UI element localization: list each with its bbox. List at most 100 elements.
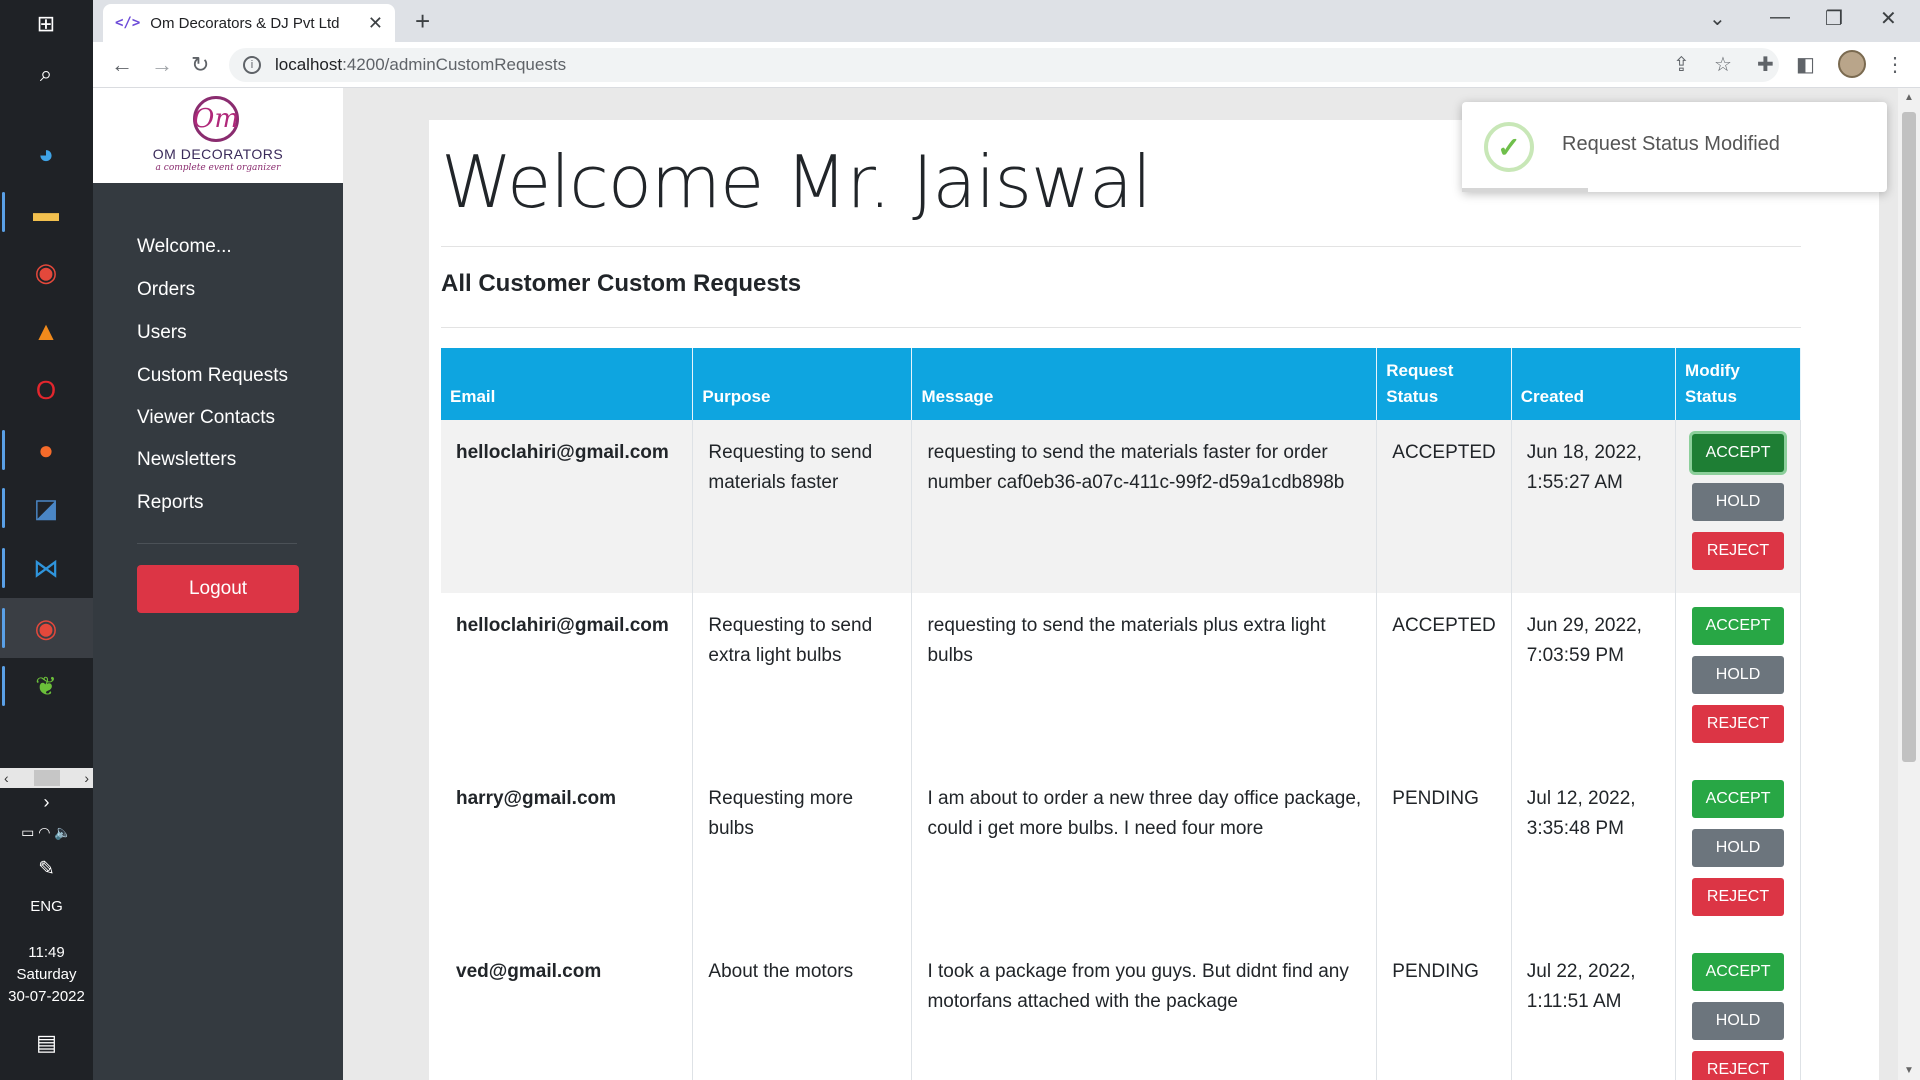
vlc-icon[interactable]: ▲ [26,311,66,351]
sidebar-item-viewer-contacts[interactable]: Viewer Contacts [137,407,275,429]
hold-button[interactable]: HOLD [1692,829,1785,867]
cell-created: Jul 22, 2022, 1:11:51 AM [1511,939,1677,1080]
hold-button[interactable]: HOLD [1692,656,1785,694]
cell-email: harry@gmail.com [441,766,694,939]
scroll-left-icon[interactable]: ‹ [4,770,9,786]
scroll-thumb[interactable] [1902,112,1916,762]
running-indicator [2,192,5,232]
browser-tab-strip: </> Om Decorators & DJ Pvt Ltd ✕ + ⌄ — ❐… [93,0,1920,42]
postman-icon[interactable]: ● [26,430,66,470]
mysql-workbench-icon[interactable]: ◪ [26,488,66,528]
close-tab-icon[interactable]: ✕ [368,13,383,34]
cell-message: requesting to send the materials faster … [911,420,1378,593]
cell-purpose: Requesting to send materials faster [692,420,913,593]
cell-email: helloclahiri@gmail.com [441,593,694,766]
brand-name: OM DECORATORS [152,146,284,162]
success-toast[interactable]: ✓ Request Status Modified [1462,102,1887,192]
edge-browser-icon[interactable]: ◕ [26,134,66,174]
notifications-icon[interactable]: ▤ [0,1030,93,1056]
close-window-icon[interactable]: ✕ [1880,6,1897,31]
battery-wifi-volume-icon[interactable]: ▭ ◠ 🔈 [0,824,93,841]
toast-message: Request Status Modified [1562,133,1780,155]
scroll-right-icon[interactable]: › [84,770,89,786]
reject-button[interactable]: REJECT [1692,532,1785,570]
brand-logo[interactable]: Om OM DECORATORS a complete event organi… [93,88,343,183]
reload-icon[interactable]: ↻ [191,52,209,78]
opera-icon[interactable]: O [26,370,66,410]
cell-actions: ACCEPT HOLD REJECT [1675,593,1801,766]
divider [441,327,1801,328]
pen-icon[interactable]: ✎ [0,856,93,881]
windows-taskbar: ⊞ ⌕ ◕ ▬ ◉ ▲ O ● ◪ ⋈ ◉ ❦ ‹ › › ▭ ◠ 🔈 ✎ EN… [0,0,93,1080]
chrome-icon[interactable]: ◉ [26,252,66,292]
taskbar-scrollbar[interactable]: ‹ › [0,768,93,788]
windows-start-icon[interactable]: ⊞ [26,4,66,44]
scroll-down-icon[interactable]: ▼ [1904,1065,1914,1076]
clock-day[interactable]: Saturday [0,966,93,983]
site-info-icon[interactable]: i [243,56,261,74]
accept-button[interactable]: ACCEPT [1692,953,1785,991]
clock-date[interactable]: 30-07-2022 [0,988,93,1005]
language-indicator[interactable]: ENG [0,898,93,915]
accept-button[interactable]: ACCEPT [1692,780,1785,818]
success-check-icon: ✓ [1484,122,1534,172]
page-scrollbar[interactable]: ▲ ▼ [1898,88,1920,1080]
back-arrow-icon[interactable]: ← [111,52,133,78]
table-header-row: Email Purpose Message Request Status Cre… [441,348,1801,420]
minimize-icon[interactable]: — [1770,6,1790,29]
reject-button[interactable]: REJECT [1692,878,1785,916]
custom-requests-table: Email Purpose Message Request Status Cre… [441,348,1801,1080]
reject-button[interactable]: REJECT [1692,705,1785,743]
column-header-modify-status: Modify Status [1675,348,1801,420]
bookmark-star-icon[interactable]: ☆ [1714,52,1732,77]
hold-button[interactable]: HOLD [1692,1002,1785,1040]
accept-button[interactable]: ACCEPT [1692,607,1785,645]
cell-message: requesting to send the materials plus ex… [911,593,1378,766]
running-indicator [2,608,5,648]
share-icon[interactable]: ⇪ [1673,52,1690,77]
scroll-up-icon[interactable]: ▲ [1904,92,1914,103]
cell-created: Jun 18, 2022, 1:55:27 AM [1511,420,1677,593]
om-logo-mark: Om [193,96,239,142]
clock-time[interactable]: 11:49 [0,944,93,961]
browser-tab[interactable]: </> Om Decorators & DJ Pvt Ltd ✕ [103,4,395,42]
running-indicator [2,548,5,588]
show-hidden-icons-chevron-icon[interactable]: › [0,792,93,813]
vscode-icon[interactable]: ⋈ [26,548,66,588]
scroll-thumb[interactable] [33,770,60,786]
new-tab-icon[interactable]: + [415,6,430,37]
tab-title: Om Decorators & DJ Pvt Ltd [150,14,340,32]
logout-button[interactable]: Logout [137,565,299,613]
sidebar-item-reports[interactable]: Reports [137,492,204,514]
chrome-menu-icon[interactable]: ⋮ [1885,52,1905,77]
accept-button[interactable]: ACCEPT [1692,434,1785,472]
running-indicator [2,430,5,470]
cell-purpose: Requesting to send extra light bulbs [692,593,913,766]
sidebar-item-users[interactable]: Users [137,322,187,344]
sidebar-item-orders[interactable]: Orders [137,279,195,301]
address-bar[interactable]: i localhost:4200/adminCustomRequests [229,48,1779,82]
main-content: Welcome Mr. Jaiswal All Customer Custom … [429,120,1879,1080]
chrome-active-icon[interactable]: ◉ [26,608,66,648]
tab-search-chevron-icon[interactable]: ⌄ [1709,6,1726,31]
sidebar-item-newsletters[interactable]: Newsletters [137,449,236,471]
table-row: ved@gmail.com About the motors I took a … [441,939,1801,1080]
cell-status: PENDING [1376,939,1512,1080]
cell-message: I took a package from you guys. But didn… [911,939,1378,1080]
file-explorer-icon[interactable]: ▬ [26,192,66,232]
forward-arrow-icon[interactable]: → [151,52,173,78]
spring-tools-icon[interactable]: ❦ [26,666,66,706]
profile-avatar[interactable] [1838,50,1866,78]
cell-status: ACCEPTED [1376,593,1512,766]
cell-actions: ACCEPT HOLD REJECT [1675,766,1801,939]
extensions-puzzle-icon[interactable]: ✚ [1757,52,1774,77]
search-icon[interactable]: ⌕ [26,54,66,94]
sidebar-item-welcome[interactable]: Welcome... [137,236,232,258]
reject-button[interactable]: REJECT [1692,1051,1785,1080]
restore-icon[interactable]: ❐ [1825,6,1843,31]
sidebar-item-custom-requests[interactable]: Custom Requests [137,365,288,387]
divider [441,246,1801,247]
hold-button[interactable]: HOLD [1692,483,1785,521]
brand-tagline: a complete event organizer [155,163,281,173]
side-panel-icon[interactable]: ◧ [1796,52,1815,77]
